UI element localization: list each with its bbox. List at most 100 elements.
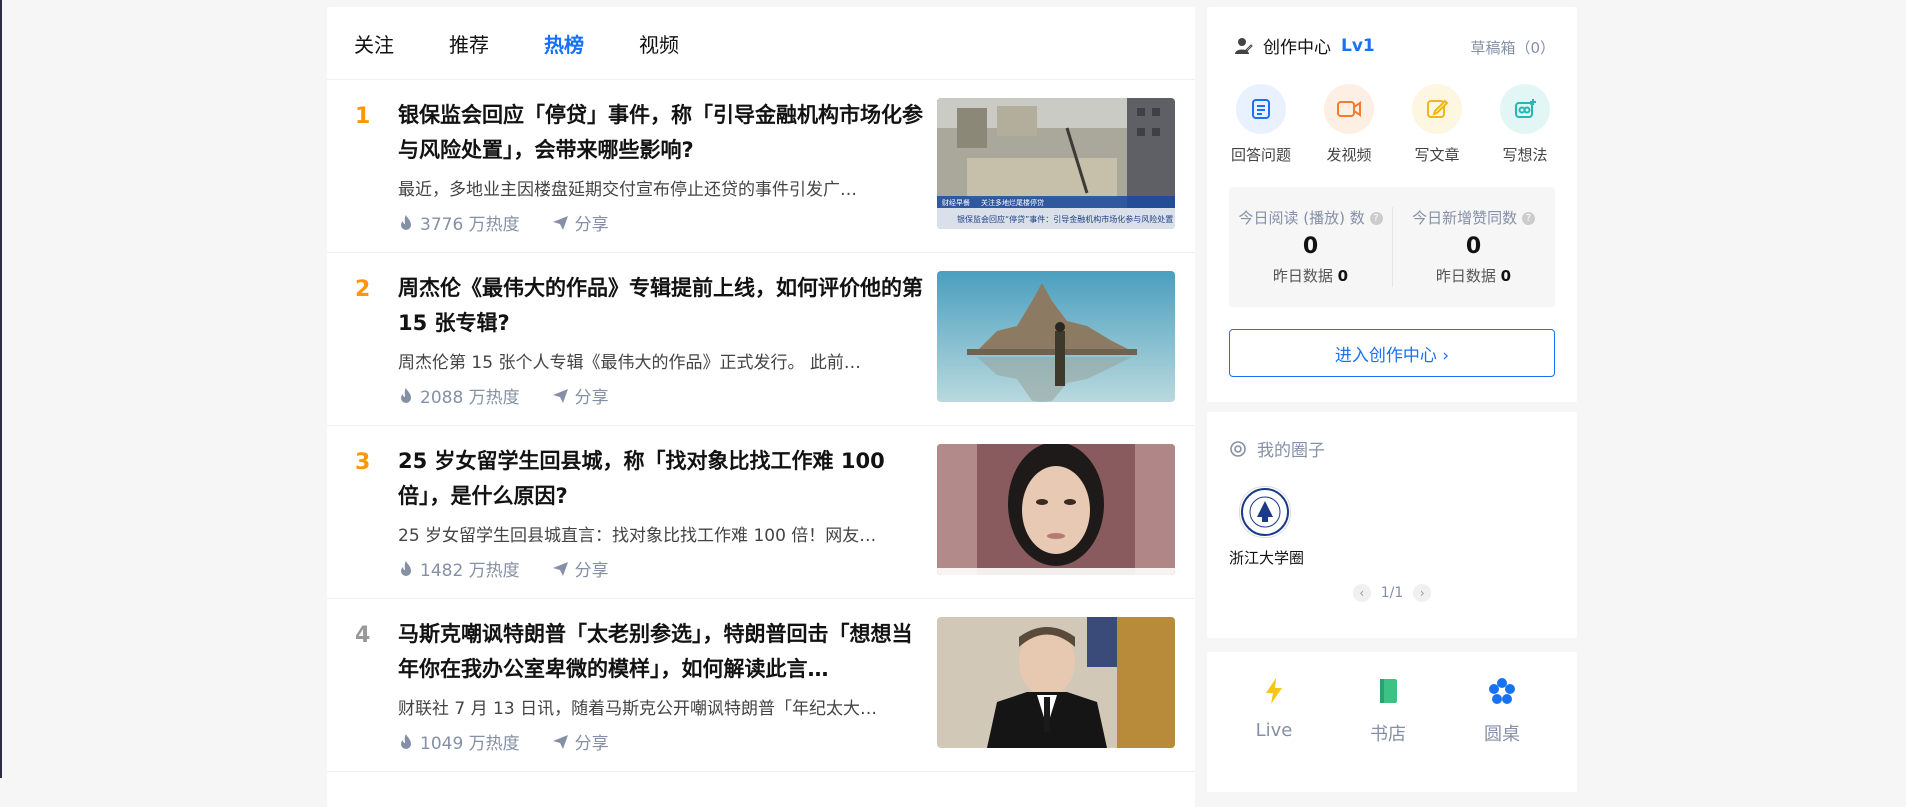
circle-pager: ‹ 1/1 ›	[1207, 584, 1577, 602]
pen-icon	[1412, 84, 1462, 134]
hot-item[interactable]: 2 周杰伦《最伟大的作品》专辑提前上线，如何评价他的第 15 张专辑? 周杰伦第…	[327, 253, 1195, 426]
rank-number: 4	[355, 623, 371, 648]
answer-icon	[1236, 84, 1286, 134]
share-label: 分享	[574, 215, 609, 235]
hot-item-thumbnail[interactable]: 财经早餐 关注多地烂尾楼停贷 银保监会回应“停贷”事件：引导金融机构市场化参与风…	[937, 98, 1175, 229]
rank-number: 3	[355, 450, 371, 475]
share-icon	[552, 215, 568, 230]
post-video-button[interactable]: 发视频	[1309, 84, 1389, 165]
hot-item-excerpt[interactable]: 最近，多地业主因楼盘延期交付宣布停止还贷的事件引发广…	[398, 175, 908, 200]
zju-logo[interactable]	[1239, 486, 1291, 538]
video-label: 发视频	[1326, 146, 1372, 164]
feed-tabs: 关注 推荐 热榜 视频	[327, 7, 1195, 80]
share-button[interactable]: 分享	[552, 729, 609, 754]
bookstore-label: 书店	[1370, 724, 1406, 745]
hot-item-excerpt[interactable]: 25 岁女留学生回县城直言：找对象比找工作难 100 倍！网友…	[398, 521, 908, 546]
video-icon	[1324, 84, 1374, 134]
share-button[interactable]: 分享	[552, 210, 609, 235]
hot-item-thumbnail[interactable]	[937, 271, 1175, 402]
hot-item-thumbnail[interactable]	[937, 617, 1175, 748]
tab-follow[interactable]: 关注	[354, 29, 394, 58]
flame-icon	[401, 560, 411, 576]
hot-item-thumbnail[interactable]	[937, 444, 1175, 575]
heat-value: 1482 万热度	[420, 561, 520, 581]
live-label: Live	[1255, 720, 1293, 741]
share-icon	[552, 734, 568, 749]
stat-reads: 今日阅读 (播放) 数 ? 0 昨日数据 0	[1229, 187, 1392, 286]
circle-icon	[1230, 440, 1246, 457]
creator-icon	[1235, 37, 1253, 54]
hot-item-excerpt[interactable]: 财联社 7 月 13 日讯，随着马斯克公开嘲讽特朗普「年纪太大…	[398, 694, 908, 719]
book-icon	[1380, 679, 1397, 703]
window-edge	[0, 0, 2, 778]
yesterday-value: 0	[1500, 267, 1512, 285]
thumb-caption-top: 关注多地烂尾楼停贷	[981, 198, 1044, 207]
share-label: 分享	[574, 561, 609, 581]
heat-value: 2088 万热度	[420, 388, 520, 408]
stat-label: 今日阅读 (播放) 数	[1238, 209, 1365, 227]
help-icon[interactable]: ?	[1521, 212, 1535, 225]
tab-video[interactable]: 视频	[639, 29, 679, 58]
hot-item-title[interactable]: 马斯克嘲讽特朗普「太老别参选」，特朗普回击「想想当年你在我办公室卑微的模样」，如…	[398, 617, 928, 687]
page-indicator: 1/1	[1380, 585, 1404, 601]
rank-number: 1	[355, 104, 371, 129]
yesterday-value: 0	[1337, 267, 1349, 285]
hot-item-excerpt[interactable]: 周杰伦第 15 张个人专辑《最伟大的作品》正式发行。 此前…	[398, 348, 908, 373]
answer-label: 回答问题	[1230, 146, 1291, 164]
share-label: 分享	[574, 734, 609, 754]
write-article-button[interactable]: 写文章	[1397, 84, 1477, 165]
share-button[interactable]: 分享	[552, 383, 609, 408]
tab-recommend[interactable]: 推荐	[449, 29, 489, 58]
hot-item[interactable]: 4 马斯克嘲讽特朗普「太老别参选」，特朗普回击「想想当年你在我办公室卑微的模样」…	[327, 599, 1195, 772]
my-circles-card: 我的圈子 浙江大学圈 ‹ 1/1 ›	[1207, 412, 1577, 638]
next-page-button[interactable]: ›	[1413, 584, 1432, 602]
heat-metric: 1049 万热度	[398, 729, 520, 754]
yesterday-label: 昨日数据	[1272, 267, 1333, 285]
hot-item-title[interactable]: 25 岁女留学生回县城，称「找对象比找工作难 100 倍」，是什么原因?	[398, 444, 928, 514]
enter-creator-center-button[interactable]: 进入创作中心 ›	[1229, 329, 1555, 377]
circle-name[interactable]: 浙江大学圈	[1229, 547, 1304, 568]
roundtable-label: 圆桌	[1484, 724, 1520, 745]
heat-value: 3776 万热度	[420, 215, 520, 235]
heat-metric: 1482 万热度	[398, 556, 520, 581]
creator-level[interactable]: Lv1	[1341, 36, 1375, 56]
share-label: 分享	[574, 388, 609, 408]
thumb-caption: 银保监会回应“停贷”事件：引导金融机构市场化参与风险处置	[957, 214, 1173, 224]
help-icon[interactable]: ?	[1369, 212, 1383, 225]
roundtable-icon	[1489, 678, 1515, 704]
stat-label: 今日新增赞同数	[1412, 209, 1518, 227]
heat-metric: 3776 万热度	[398, 210, 520, 235]
creator-stats: 今日阅读 (播放) 数 ? 0 昨日数据 0 今日新增赞同数 ? 0 昨日数据 …	[1229, 187, 1555, 307]
prev-page-button[interactable]: ‹	[1352, 584, 1371, 602]
answer-question-button[interactable]: 回答问题	[1221, 84, 1301, 165]
flame-icon	[401, 387, 411, 403]
tools-card: Live 书店 圆桌	[1207, 652, 1577, 792]
write-idea-button[interactable]: 写想法	[1485, 84, 1565, 165]
hot-item-title[interactable]: 银保监会回应「停贷」事件，称「引导金融机构市场化参与风险处置」，会带来哪些影响?	[398, 98, 928, 168]
stat-value: 0	[1465, 234, 1482, 259]
my-circles-header: 我的圈子	[1229, 436, 1325, 461]
hot-list-feed: 关注 推荐 热榜 视频 1 银保监会回应「停贷」事件，称「引导金融机构市场化参与…	[327, 7, 1195, 807]
rank-number: 2	[355, 277, 371, 302]
creator-center-header[interactable]: 创作中心 Lv1	[1233, 33, 1375, 58]
hot-item[interactable]: 3 25 岁女留学生回县城，称「找对象比找工作难 100 倍」，是什么原因? 2…	[327, 426, 1195, 599]
flame-icon	[401, 733, 411, 749]
roundtable-button[interactable]: 圆桌	[1457, 676, 1547, 746]
drafts-link[interactable]: 草稿箱（0）	[1470, 37, 1555, 58]
stat-value: 0	[1302, 234, 1319, 259]
hot-item[interactable]: 1 银保监会回应「停贷」事件，称「引导金融机构市场化参与风险处置」，会带来哪些影…	[327, 80, 1195, 253]
heat-value: 1049 万热度	[420, 734, 520, 754]
my-circles-title: 我的圈子	[1257, 441, 1325, 461]
hot-item-title[interactable]: 周杰伦《最伟大的作品》专辑提前上线，如何评价他的第 15 张专辑?	[398, 271, 928, 341]
share-icon	[552, 561, 568, 576]
creator-center-title: 创作中心	[1263, 38, 1331, 58]
article-label: 写文章	[1414, 146, 1460, 164]
thumb-channel: 财经早餐	[942, 198, 970, 207]
heat-metric: 2088 万热度	[398, 383, 520, 408]
idea-label: 写想法	[1502, 146, 1548, 164]
stat-upvotes: 今日新增赞同数 ? 0 昨日数据 0	[1392, 187, 1555, 286]
bookstore-button[interactable]: 书店	[1343, 676, 1433, 746]
live-button[interactable]: Live	[1229, 676, 1319, 741]
tab-hot[interactable]: 热榜	[544, 29, 584, 58]
share-button[interactable]: 分享	[552, 556, 609, 581]
